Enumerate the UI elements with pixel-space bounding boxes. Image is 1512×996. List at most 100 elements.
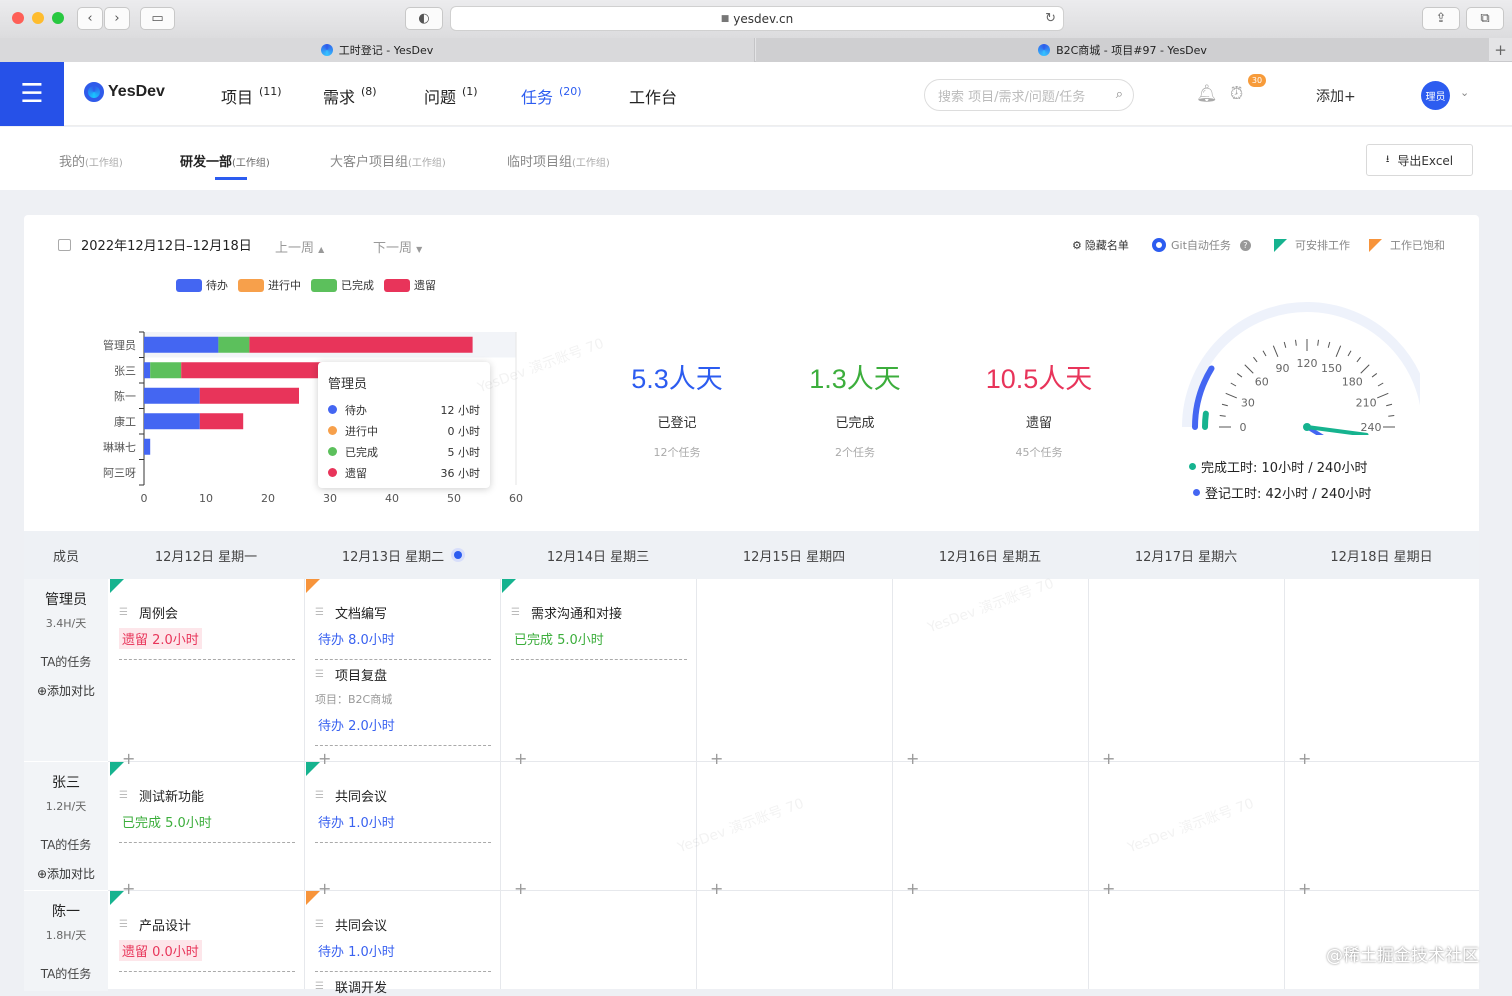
task-card[interactable]: ☰ 周例会 遗留 2.0小时 (119, 603, 295, 660)
hours-gauge: 0 3060 90 120 150180 210 240 (1182, 302, 1420, 435)
task-card[interactable]: ☰ 联调开发 (315, 977, 491, 996)
git-auto-task-toggle[interactable]: Git自动任务? (1152, 237, 1251, 253)
search-input[interactable]: 搜索 项目/需求/问题/任务 ⌕ (924, 79, 1134, 111)
add-task-button[interactable]: + (710, 749, 723, 768)
add-task-button[interactable]: + (1298, 879, 1311, 898)
zoom-window-button[interactable] (52, 12, 64, 24)
add-task-button[interactable]: + (122, 879, 135, 898)
sidebar-icon: ▭ (151, 11, 164, 26)
task-card[interactable]: ☰ 项目复盘 项目：B2C商城 待办 2.0小时 (315, 665, 491, 746)
plus-icon: + (1494, 41, 1507, 59)
nav-workbench[interactable]: 工作台 (629, 84, 677, 108)
gauge-tick (1371, 373, 1378, 378)
search-icon[interactable]: ⌕ (1116, 87, 1123, 102)
forward-button[interactable]: › (104, 7, 130, 30)
logged-hours-value: 42小时 / 240小时 (1265, 486, 1372, 502)
privacy-button[interactable]: ◐ (405, 7, 443, 30)
add-task-button[interactable]: + (122, 749, 135, 768)
close-window-button[interactable] (12, 12, 24, 24)
member-name[interactable]: 陈一 (24, 901, 108, 921)
chevron-down-icon[interactable]: ⌄ (1460, 86, 1469, 99)
tab-tag: (工作组) (232, 158, 270, 169)
nav-projects[interactable]: 项目 (11) (221, 84, 282, 108)
new-tab-button[interactable]: + (1489, 38, 1512, 62)
back-button[interactable]: ‹ (77, 7, 103, 30)
task-project: 项目：B2C商城 (315, 693, 393, 706)
legend-item-left[interactable]: 遗留 (384, 277, 436, 293)
add-task-button[interactable]: + (318, 879, 331, 898)
nav-tasks[interactable]: 任务 (20) (521, 84, 582, 108)
nav-requirements[interactable]: 需求 (8) (323, 84, 377, 108)
member-name[interactable]: 管理员 (24, 589, 108, 609)
tab-temp-group[interactable]: 临时项目组(工作组) (507, 151, 610, 170)
add-task-button[interactable]: + (906, 879, 919, 898)
task-card[interactable]: ☰ 测试新功能 已完成 5.0小时 (119, 786, 295, 843)
alarm-clock-icon[interactable]: ⏰︎ (1230, 84, 1243, 104)
active-tab-indicator (215, 177, 247, 180)
task-card[interactable]: ☰ 文档编写 待办 8.0小时 (315, 603, 491, 660)
add-task-button[interactable]: + (318, 749, 331, 768)
nav-label: 任务 (521, 88, 554, 107)
minimize-window-button[interactable] (32, 12, 44, 24)
user-avatar[interactable]: 理员 (1421, 81, 1450, 110)
main-menu-button[interactable]: ☰ (0, 62, 64, 126)
export-label: 导出Excel (1397, 153, 1454, 168)
task-list-icon: ☰ (315, 606, 324, 618)
task-card[interactable]: ☰ 共同会议 待办 1.0小时 (315, 915, 491, 972)
gauge-tick-label: 90 (1276, 362, 1290, 375)
bell-icon[interactable]: 🔔︎ (1196, 84, 1218, 104)
add-task-button[interactable]: + (906, 749, 919, 768)
hide-list-button[interactable]: ⚙ 隐藏名单 (1072, 237, 1129, 253)
member-name[interactable]: 张三 (24, 772, 108, 792)
member-tasks-link[interactable]: TA的任务 (24, 836, 108, 853)
logo-mark-icon (84, 82, 104, 102)
add-button[interactable]: 添加+ (1316, 86, 1356, 106)
prev-week-button[interactable]: 上一周 ▲ (275, 237, 324, 256)
task-card[interactable]: ☰ 产品设计 遗留 0.0小时 (119, 915, 295, 972)
task-status: 待办 8.0小时 (318, 633, 395, 648)
browser-tab-worklog[interactable]: 工时登记 - YesDev (0, 38, 755, 62)
add-task-button[interactable]: + (1102, 879, 1115, 898)
legend-item-todo[interactable]: 待办 (176, 277, 228, 293)
address-bar[interactable]: ■ yesdev.cn ↻ (450, 6, 1064, 31)
gauge-tick (1317, 339, 1319, 346)
tooltip-row: 进行中 0 小时 (328, 420, 480, 441)
task-status: 遗留 2.0小时 (119, 628, 202, 649)
task-status: 已完成 5.0小时 (122, 816, 212, 831)
legend-item-done[interactable]: 已完成 (311, 277, 374, 293)
task-card[interactable]: ☰ 共同会议 待办 1.0小时 (315, 786, 491, 843)
add-task-button[interactable]: + (514, 749, 527, 768)
tab-key-accounts[interactable]: 大客户项目组(工作组) (330, 151, 446, 170)
help-icon[interactable]: ? (1239, 239, 1251, 251)
gauge-tick-label: 120 (1297, 357, 1318, 370)
date-range[interactable]: 2022年12月12日–12月18日 (58, 235, 252, 254)
x-tick-label: 50 (447, 492, 461, 505)
task-card[interactable]: ☰ 需求沟通和对接 已完成 5.0小时 (511, 603, 687, 660)
chart-legend: 待办 进行中 已完成 遗留 (176, 277, 446, 293)
add-task-button[interactable]: + (710, 879, 723, 898)
yesdev-favicon-icon (1038, 44, 1051, 56)
app-logo[interactable]: YesDev (84, 82, 165, 102)
sidebar-toggle-button[interactable]: ▭ (140, 7, 175, 30)
member-tasks-link[interactable]: TA的任务 (24, 653, 108, 670)
add-task-button[interactable]: + (1298, 749, 1311, 768)
y-tick-label: 张三 (114, 364, 136, 377)
gauge-tick (1335, 345, 1342, 357)
export-excel-button[interactable]: ⭳ 导出Excel (1366, 144, 1473, 176)
tab-my-group[interactable]: 我的(工作组) (59, 151, 123, 170)
member-tasks-link[interactable]: TA的任务 (24, 965, 108, 982)
tabs-overview-button[interactable]: ⧉ (1466, 7, 1504, 30)
legend-item-doing[interactable]: 进行中 (238, 277, 301, 293)
add-compare-button[interactable]: ⊕添加对比 (24, 682, 108, 699)
add-compare-button[interactable]: ⊕添加对比 (24, 865, 108, 882)
y-tick-label: 陈一 (114, 389, 136, 403)
add-task-button[interactable]: + (1102, 749, 1115, 768)
browser-tab-b2c[interactable]: B2C商城 - 项目#97 - YesDev (756, 38, 1489, 62)
bar-segment (218, 336, 250, 353)
tab-rd-dept-1[interactable]: 研发一部(工作组) (180, 151, 270, 170)
nav-issues[interactable]: 问题 (1) (424, 84, 478, 108)
next-week-button[interactable]: 下一周 ▼ (373, 237, 422, 256)
add-task-button[interactable]: + (514, 879, 527, 898)
reload-icon[interactable]: ↻ (1045, 11, 1056, 26)
share-button[interactable]: ⇪ (1422, 7, 1460, 30)
